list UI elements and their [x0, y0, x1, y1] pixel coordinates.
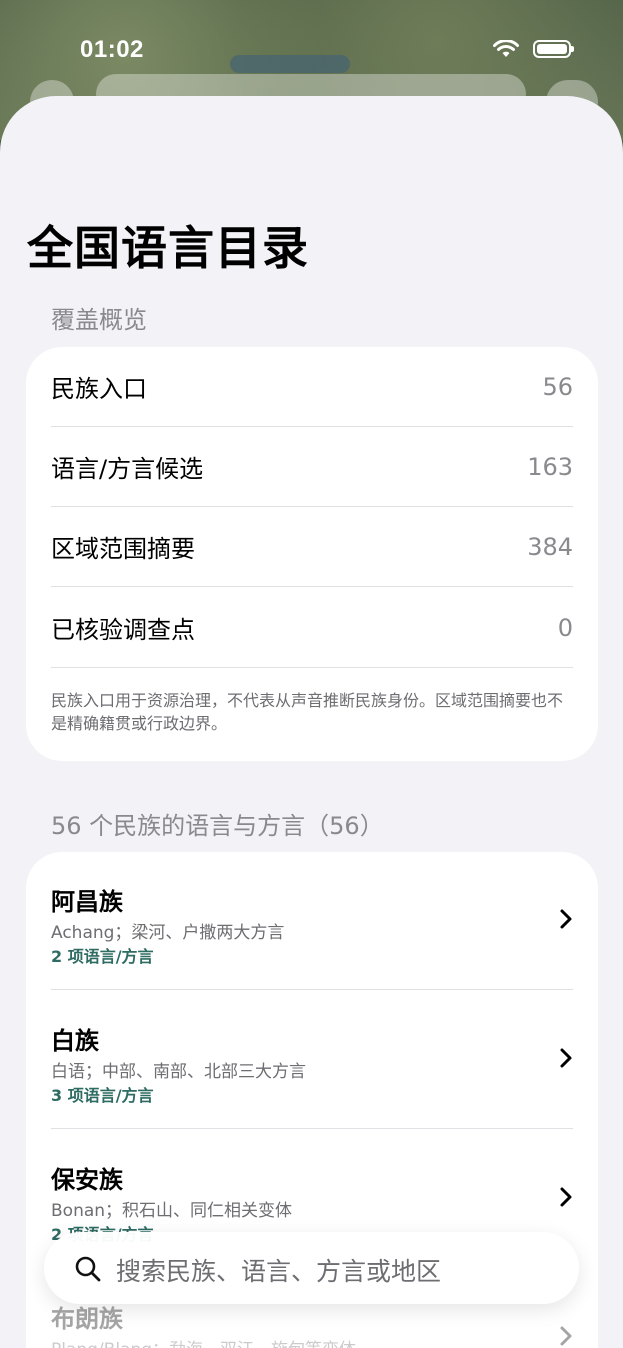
ethnic-name: 阿昌族 — [51, 888, 123, 916]
stat-label: 区域范围摘要 — [51, 535, 195, 563]
language-count: 3 项语言/方言 — [51, 1086, 154, 1105]
ethnic-list-item-bai[interactable]: 白族 白语；中部、南部、北部三大方言 3 项语言/方言 — [51, 991, 573, 1129]
status-time: 01:02 — [80, 36, 144, 63]
ethnic-description: Achang；梁河、户撒两大方言 — [51, 923, 285, 943]
stat-value: 0 — [557, 613, 573, 642]
stat-row-region-summaries: 区域范围摘要 384 — [51, 507, 573, 587]
stat-row-language-candidates: 语言/方言候选 163 — [51, 427, 573, 507]
overview-note: 民族入口用于资源治理，不代表从声音推断民族身份。区域范围摘要也不是精确籍贯或行政… — [51, 691, 564, 733]
stat-row-ethnic-entries: 民族入口 56 — [51, 347, 573, 427]
stat-value: 163 — [527, 452, 573, 481]
ethnic-list-item-achang[interactable]: 阿昌族 Achang；梁河、户撒两大方言 2 项语言/方言 — [51, 852, 573, 990]
overview-section-title: 覆盖概览 — [51, 306, 147, 334]
wifi-icon — [493, 40, 519, 57]
ethnic-list-section-title: 56 个民族的语言与方言（56） — [51, 812, 384, 840]
status-bar: 01:02 — [0, 0, 623, 96]
ethnic-name: 布朗族 — [51, 1305, 123, 1333]
search-bar[interactable]: 搜索民族、语言、方言或地区 — [44, 1232, 579, 1304]
stat-label: 语言/方言候选 — [51, 455, 204, 483]
search-input[interactable]: 搜索民族、语言、方言或地区 — [116, 1252, 441, 1288]
chevron-right-icon — [560, 909, 572, 929]
ethnic-description: Plang/Blang；勐海、双江、施甸等变体 — [51, 1335, 356, 1348]
status-icons — [493, 40, 574, 58]
ethnic-description: Bonan；积石山、同仁相关变体 — [51, 1201, 293, 1221]
catalog-sheet: 全国语言目录 覆盖概览 民族入口 56 语言/方言候选 163 区域范围摘要 3… — [0, 96, 623, 1348]
chevron-right-icon — [560, 1187, 572, 1207]
stat-value: 56 — [542, 372, 573, 401]
stat-value: 384 — [527, 532, 573, 561]
battery-icon — [533, 40, 574, 58]
language-count: 2 项语言/方言 — [51, 947, 154, 966]
chevron-right-icon — [560, 1326, 572, 1346]
chevron-right-icon — [560, 1048, 572, 1068]
ethnic-name: 白族 — [51, 1027, 99, 1055]
search-icon — [75, 1256, 101, 1282]
stat-row-verified-points: 已核验调查点 0 — [51, 588, 573, 668]
ethnic-name: 保安族 — [51, 1166, 123, 1194]
overview-card: 民族入口 56 语言/方言候选 163 区域范围摘要 384 已核验调查点 0 … — [26, 347, 598, 761]
page-title: 全国语言目录 — [27, 221, 309, 275]
stat-label: 已核验调查点 — [51, 616, 195, 644]
stat-label: 民族入口 — [51, 375, 147, 403]
ethnic-description: 白语；中部、南部、北部三大方言 — [51, 1062, 306, 1082]
